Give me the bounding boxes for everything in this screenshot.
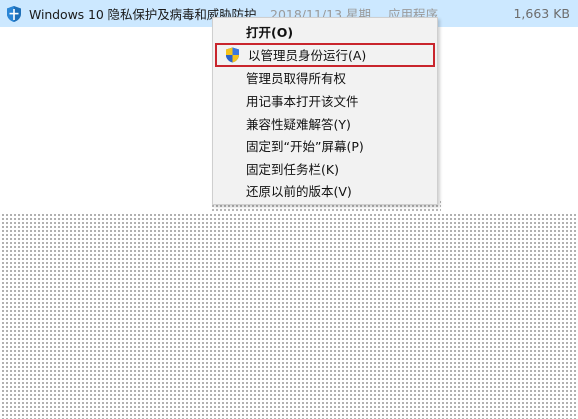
file-size: 1,663 KB (513, 6, 570, 21)
menu-item-pin-to-taskbar[interactable]: 固定到任务栏(K) (213, 157, 437, 180)
menu-item-label: 管理员取得所有权 (246, 71, 347, 87)
menu-item-take-ownership[interactable]: 管理员取得所有权 (213, 67, 437, 90)
dotted-background-area (0, 212, 578, 419)
menu-item-label: 以管理员身份运行(A) (248, 48, 367, 64)
menu-item-label: 打开(O) (246, 24, 294, 40)
menu-item-run-as-administrator[interactable]: 以管理员身份运行(A) (215, 42, 435, 67)
menu-item-label: 兼容性疑难解答(Y) (246, 116, 351, 132)
menu-item-open-with-notepad[interactable]: 用记事本打开该文件 (213, 89, 437, 112)
menu-item-troubleshoot-compatibility[interactable]: 兼容性疑难解答(Y) (213, 112, 437, 135)
uac-shield-icon (225, 47, 240, 63)
menu-item-label: 固定到任务栏(K) (246, 161, 339, 177)
menu-item-label: 还原以前的版本(V) (246, 184, 352, 200)
menu-item-label: 用记事本打开该文件 (246, 93, 359, 109)
screen: Windows 10 隐私保护及病毒和威胁防护 2018/11/13 星期...… (0, 0, 578, 419)
context-menu: 打开(O) 以管理员身份运行(A) 管理员取得所有权 用记事本打开该文件 兼容性… (212, 17, 438, 205)
menu-item-restore-previous-versions[interactable]: 还原以前的版本(V) (213, 180, 437, 203)
windows-defender-shield-icon (5, 5, 23, 23)
menu-item-open[interactable]: 打开(O) (213, 20, 437, 43)
menu-item-pin-to-start[interactable]: 固定到“开始”屏幕(P) (213, 134, 437, 157)
menu-item-label: 固定到“开始”屏幕(P) (246, 139, 364, 155)
